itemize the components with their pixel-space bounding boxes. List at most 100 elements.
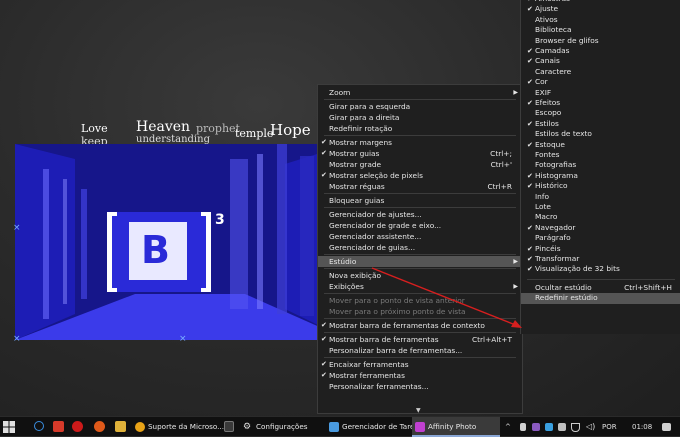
studio-menu-item-label: Histórico <box>535 181 568 191</box>
taskbar-app-label: Affinity Photo <box>428 422 477 431</box>
photo-scene <box>15 144 349 340</box>
menu-item[interactable]: Mostrar réguas Ctrl+R <box>318 181 522 192</box>
menu-item-label: Redefinir rotação <box>329 124 393 133</box>
menu-item[interactable]: Personalizar barra de ferramentas... <box>318 345 522 356</box>
windows-start-icon[interactable] <box>3 421 15 433</box>
studio-menu-item[interactable]: ✔ Navegador <box>521 223 680 233</box>
resize-handle[interactable]: × <box>13 224 21 233</box>
menu-item[interactable]: Mostrar grade Ctrl+' <box>318 159 522 170</box>
menu-item[interactable]: Girar para a direita <box>318 112 522 123</box>
volume-icon[interactable]: ◁) <box>586 417 595 437</box>
studio-menu-item-label: Cor <box>535 77 548 87</box>
taskbar-app-task-manager[interactable]: Gerenciador de Tare... <box>326 417 421 437</box>
studio-menu-item[interactable]: Lote <box>521 202 680 212</box>
tray-app-icon[interactable] <box>545 423 553 431</box>
menu-item[interactable]: Estúdio ▶ <box>318 256 522 267</box>
studio-menu-item[interactable]: Caractere <box>521 67 680 77</box>
studio-menu-item[interactable]: ✔ Transformar <box>521 254 680 264</box>
studio-menu-item[interactable]: Escopo <box>521 108 680 118</box>
checkmark-icon: ✔ <box>527 265 533 274</box>
checkmark-icon: ✔ <box>527 47 533 55</box>
menu-item[interactable]: Gerenciador de grade e eixo... <box>318 220 522 231</box>
studio-menu-item-label: Navegador <box>535 222 576 232</box>
scroll-down-icon[interactable]: ▼ <box>416 407 421 413</box>
studio-menu-item-label: Amostras <box>535 0 570 3</box>
menu-item[interactable]: Zoom ▶ <box>318 87 522 98</box>
studio-menu-item[interactable]: Biblioteca <box>521 25 680 35</box>
studio-menu-item-label: Caractere <box>535 66 572 76</box>
studio-menu-item[interactable]: Browser de glifos <box>521 36 680 46</box>
menu-item[interactable]: ✔ Encaixar ferramentas <box>318 359 522 370</box>
canvas-photo[interactable]: B 3 <box>15 144 349 340</box>
studio-menu-item[interactable]: ✔ Ajuste <box>521 4 680 14</box>
studio-menu-item[interactable]: EXIF <box>521 88 680 98</box>
menu-item[interactable]: Nova exibição <box>318 270 522 281</box>
clock[interactable]: 01:08 <box>632 417 652 437</box>
menu-item[interactable]: Bloquear guias <box>318 195 522 206</box>
studio-menu-item-label: Parágrafo <box>535 233 571 243</box>
studio-menu-item[interactable]: ✔ Estilos <box>521 119 680 129</box>
studio-menu-item[interactable]: Info <box>521 192 680 202</box>
tray-app-icon[interactable] <box>520 423 526 431</box>
notifications-icon[interactable] <box>662 423 671 431</box>
studio-menu-item[interactable]: Ativos <box>521 15 680 25</box>
tray-chevron-icon[interactable]: ^ <box>505 417 511 437</box>
wifi-icon[interactable] <box>571 423 580 432</box>
studio-menu-item-label: Info <box>535 191 549 201</box>
studio-menu-item[interactable]: ✔ Cor <box>521 77 680 87</box>
menu-item-shortcut: Ctrl+Alt+T <box>471 335 512 344</box>
menu-item-label: Mostrar seleção de pixels <box>329 171 423 180</box>
menu-item[interactable]: ✔ Mostrar margens <box>318 137 522 148</box>
menu-item[interactable]: Gerenciador de ajustes... <box>318 209 522 220</box>
file-explorer-icon[interactable] <box>115 421 126 432</box>
battery-icon[interactable] <box>558 423 566 431</box>
language-indicator[interactable]: POR <box>602 417 617 437</box>
studio-menu-item[interactable]: Ocultar estúdio Ctrl+Shift+H <box>521 283 680 293</box>
menu-item[interactable]: ✔ Mostrar guias Ctrl+; <box>318 148 522 159</box>
studio-menu-item[interactable]: ✔ Visualização de 32 bits <box>521 264 680 274</box>
studio-menu-item[interactable]: ✔ Efeitos <box>521 98 680 108</box>
studio-menu-item-label: Lote <box>535 202 551 211</box>
store-icon[interactable] <box>224 421 234 432</box>
studio-menu-item[interactable]: Macro <box>521 212 680 222</box>
checkmark-icon: ✔ <box>321 171 327 179</box>
menu-item[interactable]: ✔ Mostrar ferramentas <box>318 370 522 381</box>
taskbar-app-settings[interactable]: ⚙ Configurações <box>240 417 326 437</box>
taskbar-app-chrome[interactable]: Suporte da Microso... <box>132 417 224 437</box>
studio-menu-item[interactable]: Fotografias <box>521 160 680 170</box>
studio-menu-item[interactable]: ✔ Histograma <box>521 171 680 181</box>
menu-item[interactable]: Girar para a esquerda <box>318 101 522 112</box>
menu-item: Mover para o próximo ponto de vista <box>318 306 522 317</box>
edge-icon[interactable] <box>34 421 44 431</box>
pinned-app-icon[interactable] <box>53 421 64 432</box>
menu-item[interactable]: ✔ Mostrar seleção de pixels <box>318 170 522 181</box>
studio-menu-item[interactable]: ✔ Canais <box>521 56 680 66</box>
studio-menu-item[interactable]: ✔ Histórico <box>521 181 680 191</box>
menu-item[interactable]: ✔ Mostrar barra de ferramentas de context… <box>318 320 522 331</box>
studio-menu-item-label: Transformar <box>535 254 580 263</box>
studio-menu-item[interactable]: Redefinir estúdio <box>521 293 680 304</box>
resize-handle[interactable]: × <box>179 335 187 344</box>
taskbar-app-affinity-photo[interactable]: Affinity Photo <box>412 417 500 437</box>
submenu-arrow-icon: ▶ <box>513 283 518 290</box>
studio-menu-item[interactable]: ✔ Camadas <box>521 46 680 56</box>
checkmark-icon: ✔ <box>527 244 533 253</box>
menu-item[interactable]: Gerenciador de guias... <box>318 242 522 253</box>
studio-menu-item-label: Efeitos <box>535 98 561 107</box>
menu-item[interactable]: Gerenciador assistente... <box>318 231 522 242</box>
menu-item[interactable]: ✔ Mostrar barra de ferramentas Ctrl+Alt+T <box>318 334 522 345</box>
firefox-icon[interactable] <box>94 421 105 432</box>
tray-app-icon[interactable] <box>532 423 540 431</box>
collage-word: Hope <box>270 121 310 139</box>
studio-menu-item[interactable]: Fontes <box>521 150 680 160</box>
studio-menu-item[interactable]: ✔ Pincéis <box>521 244 680 254</box>
resize-handle[interactable]: × <box>13 335 21 344</box>
menu-item[interactable]: Exibições ▶ <box>318 281 522 292</box>
menu-item[interactable]: Redefinir rotação <box>318 123 522 134</box>
studio-menu-item[interactable]: Estilos de texto <box>521 129 680 139</box>
opera-icon[interactable] <box>72 421 83 432</box>
menu-item-label: Personalizar barra de ferramentas... <box>329 346 463 355</box>
menu-item[interactable]: Personalizar ferramentas... <box>318 381 522 392</box>
studio-menu-item[interactable]: Parágrafo <box>521 233 680 243</box>
studio-menu-item[interactable]: ✔ Estoque <box>521 140 680 150</box>
